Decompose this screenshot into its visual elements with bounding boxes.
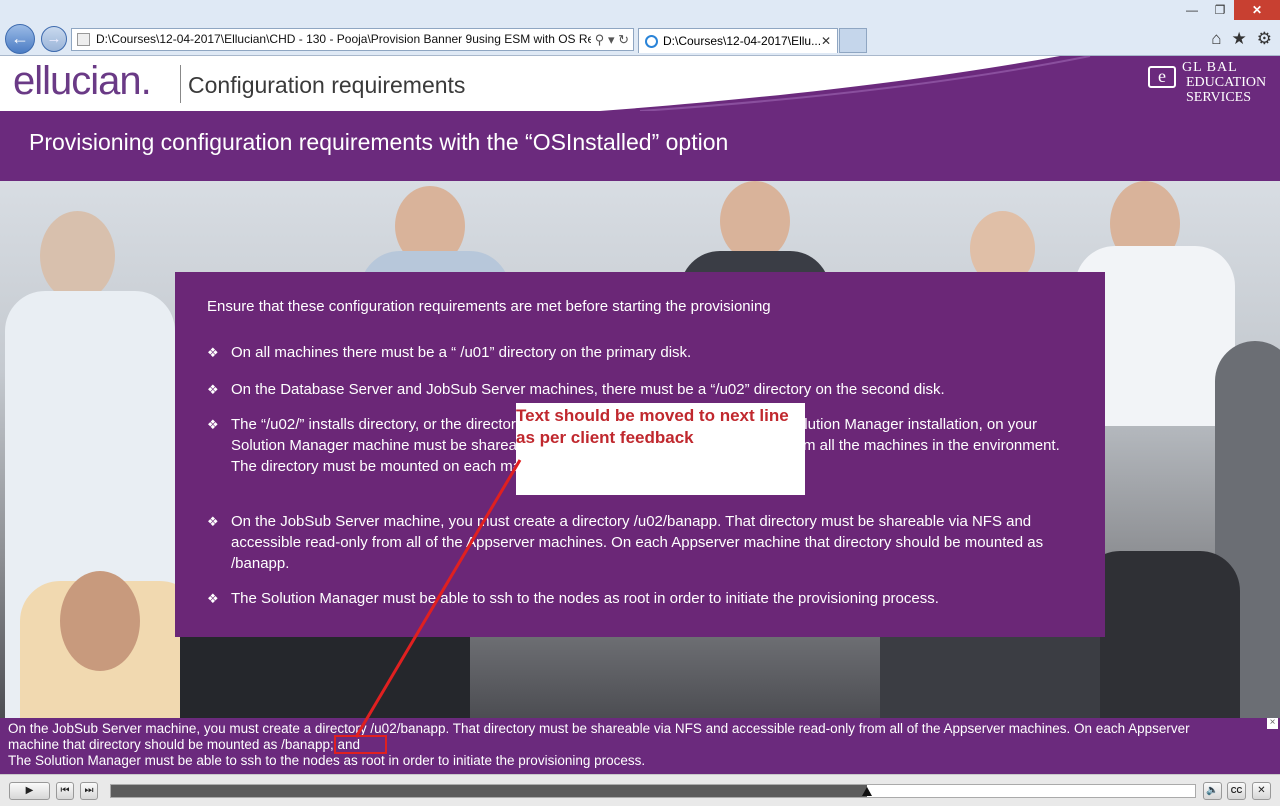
ellucian-logo: ellucian.: [13, 59, 152, 103]
back-button[interactable]: ←: [5, 24, 35, 54]
progress-fill: [111, 785, 867, 797]
forward-button[interactable]: →: [41, 26, 67, 52]
previous-slide-button[interactable]: ⏮: [56, 782, 74, 800]
address-text: D:\Courses\12-04-2017\Ellucian\CHD - 130…: [96, 32, 595, 46]
global-education-services-logo: e GL BAL EDUCATION SERVICES: [1142, 60, 1277, 108]
next-slide-button[interactable]: ⏭: [80, 782, 98, 800]
progress-track[interactable]: [110, 784, 1196, 798]
window-close-icon[interactable]: ✕: [1234, 0, 1280, 20]
player-close-button[interactable]: ✕: [1252, 782, 1271, 800]
window-controls: — ❐ ✕: [1178, 0, 1280, 20]
ie-icon: [645, 35, 658, 48]
caption-line: On the JobSub Server machine, you must c…: [8, 721, 1190, 736]
bullet-item: ❖ The Solution Manager must be able to s…: [207, 590, 939, 607]
caption-line: The Solution Manager must be able to ssh…: [8, 753, 646, 768]
address-bar[interactable]: D:\Courses\12-04-2017\Ellucian\CHD - 130…: [71, 28, 634, 51]
annotation-highlight-box: [334, 735, 387, 754]
address-tools: ⚲ ▾ ↻: [590, 29, 629, 50]
player-controls: ▶ ⏮ ⏭ 🔈 CC ✕: [0, 774, 1280, 806]
volume-icon[interactable]: 🔈: [1203, 782, 1222, 800]
closed-captions-button[interactable]: CC: [1227, 782, 1246, 800]
slide-title-band: Provisioning configuration requirements …: [0, 111, 1280, 181]
tab-title: D:\Courses\12-04-2017\Ellu...: [663, 34, 822, 48]
settings-gear-icon[interactable]: ⚙: [1257, 29, 1272, 49]
dropdown-icon[interactable]: ▾: [608, 32, 615, 47]
header-divider: [180, 65, 181, 103]
closed-captions-bar: On the JobSub Server machine, you must c…: [0, 718, 1280, 774]
bullet-diamond-icon: ❖: [207, 382, 219, 397]
bullet-diamond-icon: ❖: [207, 345, 219, 360]
course-title: Configuration requirements: [188, 72, 466, 98]
refresh-icon[interactable]: ↻: [618, 32, 629, 47]
tab-close-icon[interactable]: ✕: [821, 29, 831, 53]
home-icon[interactable]: ⌂: [1211, 29, 1221, 49]
slide-title: Provisioning configuration requirements …: [29, 129, 729, 155]
play-button[interactable]: ▶: [9, 782, 50, 800]
favorites-star-icon[interactable]: ★: [1232, 29, 1247, 49]
bullet-item: ❖ On the Database Server and JobSub Serv…: [207, 381, 945, 398]
browser-toolbar: ← → D:\Courses\12-04-2017\Ellucian\CHD -…: [0, 0, 1280, 56]
search-icon[interactable]: ⚲: [595, 32, 605, 47]
progress-thumb[interactable]: [862, 787, 872, 796]
bullet-diamond-icon: ❖: [207, 514, 219, 529]
bullet-item: ❖ On all machines there must be a “ /u01…: [207, 344, 692, 361]
new-tab-button[interactable]: [839, 28, 867, 53]
minimize-icon[interactable]: —: [1178, 0, 1206, 20]
page-favicon-icon: [77, 33, 90, 46]
intro-text: Ensure that these configuration requirem…: [207, 298, 771, 315]
caption-close-icon[interactable]: ×: [1267, 718, 1278, 729]
browser-tab[interactable]: D:\Courses\12-04-2017\Ellu... ✕: [638, 28, 838, 53]
caption-line: machine that directory should be mounted…: [8, 737, 360, 752]
bullet-item: ❖ On the JobSub Server machine, you must…: [207, 513, 1044, 572]
restore-icon[interactable]: ❐: [1206, 0, 1234, 20]
e-badge-icon: e: [1148, 66, 1176, 88]
bullet-diamond-icon: ❖: [207, 417, 219, 432]
browser-tool-icons: ⌂ ★ ⚙: [1211, 29, 1272, 49]
bullet-diamond-icon: ❖: [207, 591, 219, 606]
review-annotation-note: Text should be moved to next line as per…: [516, 403, 805, 495]
course-header: ellucian. Configuration requirements e G…: [0, 56, 1280, 111]
